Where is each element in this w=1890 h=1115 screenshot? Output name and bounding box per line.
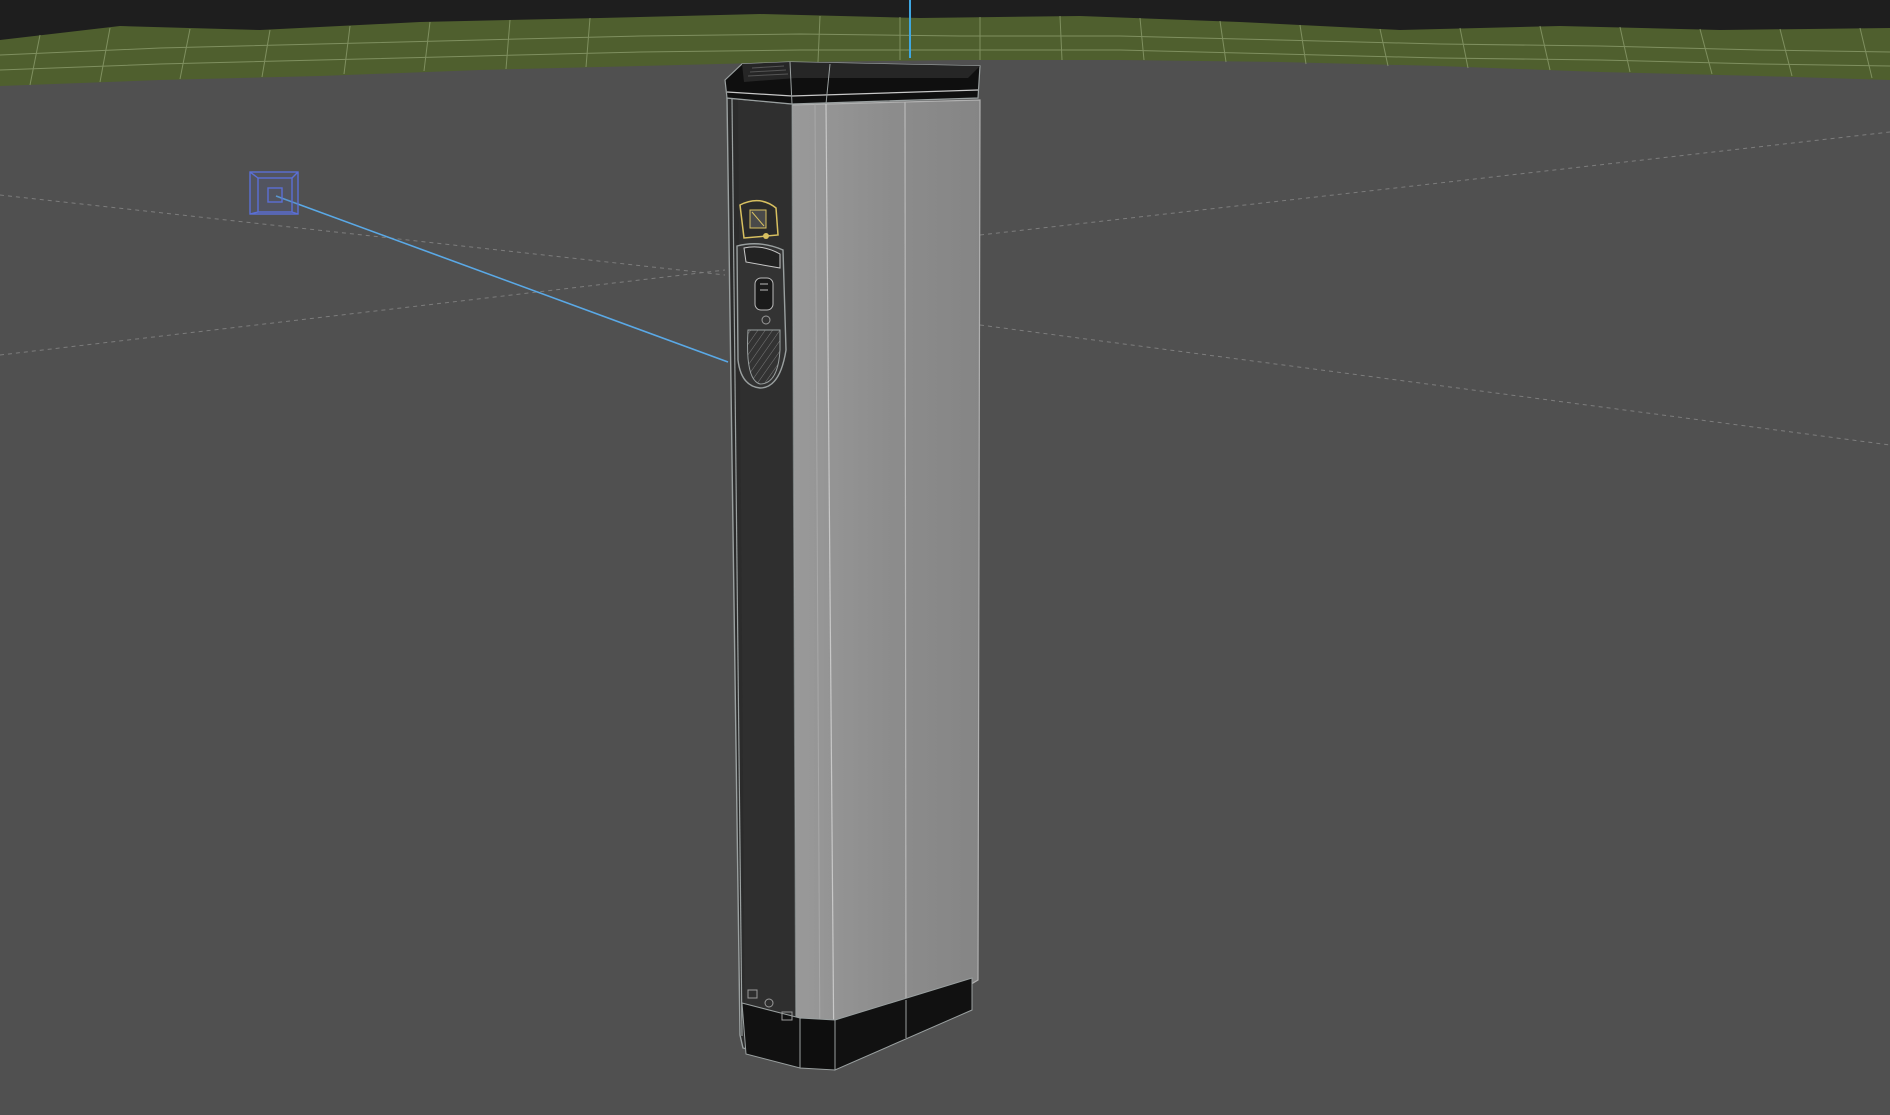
3d-viewport[interactable]: perspective-viewport — [0, 0, 1890, 1115]
viewport-canvas[interactable] — [0, 0, 1890, 1115]
pillar-side-face — [789, 99, 981, 1069]
ev-charger-pillar[interactable] — [724, 61, 981, 1071]
camera-gizmo-icon[interactable] — [249, 171, 299, 215]
